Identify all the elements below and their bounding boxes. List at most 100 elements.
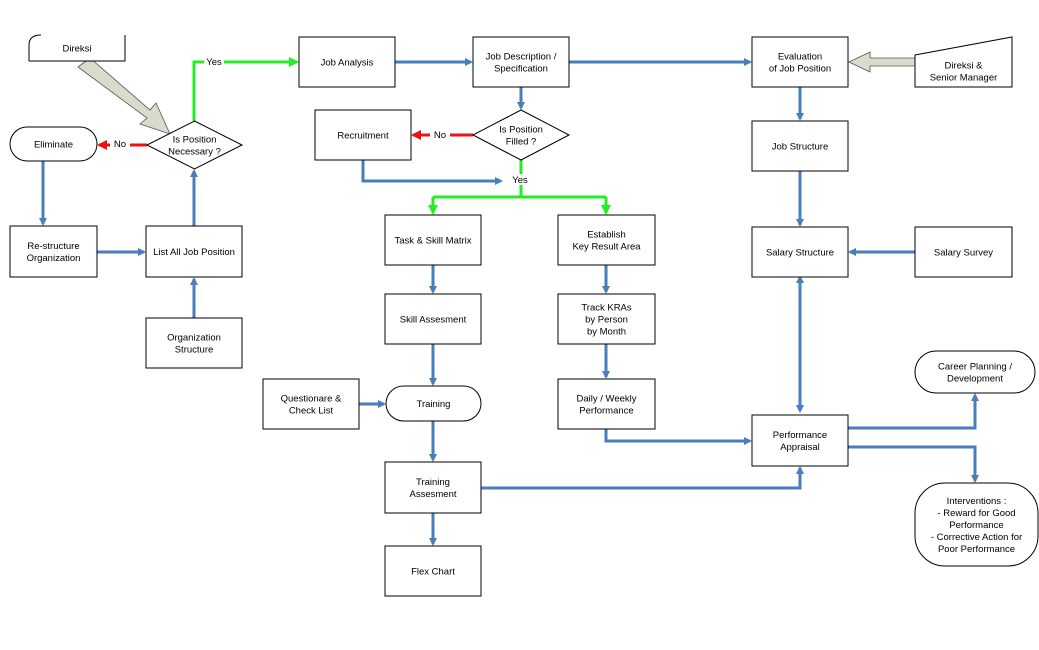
node-direksi[interactable]: Direksi	[28, 34, 126, 62]
node-restructure[interactable]: Re-structure Organization	[9, 225, 98, 278]
node-label-line: Questionare &	[281, 394, 342, 405]
node-questionare[interactable]: Questionare & Check List	[262, 378, 360, 430]
node-label-line: Is Position	[173, 135, 217, 146]
node-label-line: Salary Survey	[934, 248, 993, 259]
node-label-line: Direksi	[62, 44, 91, 55]
node-label-line: Senior Manager	[930, 73, 998, 84]
node-label-line: Establish	[587, 230, 626, 241]
node-label: Training	[417, 399, 451, 410]
node-label-line: Is Position	[499, 125, 543, 136]
node-label: Job Description / Specification	[486, 52, 557, 75]
node-label: Flex Chart	[411, 567, 455, 578]
node-label-line: by Person	[585, 315, 628, 326]
job-management-flowchart: DireksiEliminate Is Position Necessary ?Re…	[9, 34, 1039, 597]
node-daily-weekly[interactable]: Daily / Weekly Performance	[557, 378, 656, 430]
node-label: Is Position Necessary ?	[168, 135, 221, 158]
node-label: Salary Survey	[934, 248, 993, 259]
node-label-line: Key Result Area	[572, 242, 641, 253]
flow-connector	[361, 160, 503, 185]
node-label: Re-structure Organization	[27, 241, 81, 264]
node-label-line: Daily / Weekly	[576, 394, 636, 405]
node-label: Performance Appraisal	[773, 430, 827, 453]
node-label: Questionare & Check List	[281, 394, 342, 417]
node-label-line: Appraisal	[780, 442, 820, 453]
node-recruitment[interactable]: Recruitment	[314, 109, 412, 161]
node-label-line: Recruitment	[337, 131, 389, 142]
flow-connector	[604, 429, 752, 445]
node-list-all[interactable]: List All Job Position	[145, 225, 243, 278]
node-salary-structure[interactable]: Salary Structure	[751, 226, 849, 278]
node-label-line: Skill Assesment	[400, 315, 467, 326]
node-label: Recruitment	[337, 131, 389, 142]
node-skill-assesment[interactable]: Skill Assesment	[384, 293, 482, 345]
node-label-line: Filled ?	[506, 137, 537, 148]
node-job-description[interactable]: Job Description / Specification	[472, 36, 570, 88]
node-label-line: Salary Structure	[766, 248, 834, 259]
node-label-line: Organization	[167, 333, 221, 344]
node-salary-survey[interactable]: Salary Survey	[914, 226, 1013, 278]
node-label: Organization Structure	[167, 333, 221, 356]
node-label-line: Interventions :	[947, 496, 1007, 507]
flow-connector	[481, 466, 804, 490]
node-label-line: Training	[416, 477, 450, 488]
input-arrow	[77, 57, 171, 135]
node-job-structure[interactable]: Job Structure	[751, 120, 849, 172]
input-arrow	[848, 51, 916, 73]
edge-label-no2: No	[434, 130, 446, 141]
node-label-line: Task & Skill Matrix	[394, 236, 471, 247]
node-org-structure[interactable]: Organization Structure	[145, 317, 243, 369]
node-position-filled[interactable]: Is Position Filled ?	[471, 109, 571, 161]
node-label: Task & Skill Matrix	[394, 236, 471, 247]
node-evaluation[interactable]: Evaluation of Job Position	[751, 36, 849, 88]
node-label-line: List All Job Position	[153, 247, 235, 258]
node-label: Salary Structure	[766, 248, 834, 259]
node-training-assesment[interactable]: Training Assesment	[384, 461, 482, 514]
node-task-skill[interactable]: Task & Skill Matrix	[384, 214, 482, 266]
node-label-line: Direksi &	[944, 61, 983, 72]
node-label: Job Analysis	[321, 58, 374, 69]
node-key-result[interactable]: Establish Key Result Area	[557, 214, 656, 266]
node-label-line: - Reward for Good	[937, 508, 1015, 519]
node-label-line: Flex Chart	[411, 567, 455, 578]
node-label: Skill Assesment	[400, 315, 467, 326]
node-label-line: Performance	[773, 430, 827, 441]
node-label: Training Assesment	[410, 477, 457, 500]
node-label: Evaluation of Job Position	[769, 52, 831, 75]
node-label-line: - Corrective Action for	[931, 532, 1022, 543]
node-interventions[interactable]: Interventions :- Reward for Good Performa…	[914, 482, 1039, 567]
node-label-line: Poor Performance	[938, 544, 1015, 555]
flow-connector	[848, 393, 979, 430]
node-appraisal[interactable]: Performance Appraisal	[751, 414, 849, 467]
node-label-line: Structure	[175, 345, 214, 356]
node-label-line: Job Analysis	[321, 58, 374, 69]
edge-label-yes1: Yes	[206, 57, 222, 68]
yes-connector	[192, 57, 299, 121]
node-label: Direksi	[62, 44, 91, 55]
node-job-analysis[interactable]: Job Analysis	[298, 36, 396, 88]
node-label-line: Training	[417, 399, 451, 410]
node-track-kras[interactable]: Track KRAs by Person by Month	[557, 293, 656, 345]
node-label-line: Performance	[949, 520, 1003, 531]
node-label-line: Track KRAs	[581, 303, 632, 314]
node-label-line: Organization	[27, 253, 81, 264]
node-label-line: Development	[947, 374, 1003, 385]
node-label-line: Career Planning /	[938, 362, 1012, 373]
edge-label-yes2: Yes	[512, 175, 528, 186]
node-direksi-senior[interactable]: Direksi & Senior Manager	[914, 36, 1013, 88]
node-label-line: by Month	[587, 327, 626, 338]
node-eliminate[interactable]: Eliminate	[9, 126, 98, 162]
node-label: Daily / Weekly Performance	[576, 394, 636, 417]
node-label: List All Job Position	[153, 247, 235, 258]
flow-connector	[848, 445, 979, 483]
node-label-line: Performance	[579, 406, 633, 417]
node-label-line: Necessary ?	[168, 147, 221, 158]
node-label: Track KRAs by Person by Month	[581, 303, 632, 338]
node-label-line: Eliminate	[34, 140, 73, 151]
edge-label-no1: No	[114, 139, 126, 150]
node-label: Career Planning / Development	[938, 362, 1012, 385]
node-career[interactable]: Career Planning / Development	[914, 350, 1036, 394]
node-label-line: Check List	[289, 406, 334, 417]
node-training[interactable]: Training	[385, 385, 482, 422]
node-label-line: of Job Position	[769, 64, 831, 75]
node-flex-chart[interactable]: Flex Chart	[384, 545, 482, 597]
